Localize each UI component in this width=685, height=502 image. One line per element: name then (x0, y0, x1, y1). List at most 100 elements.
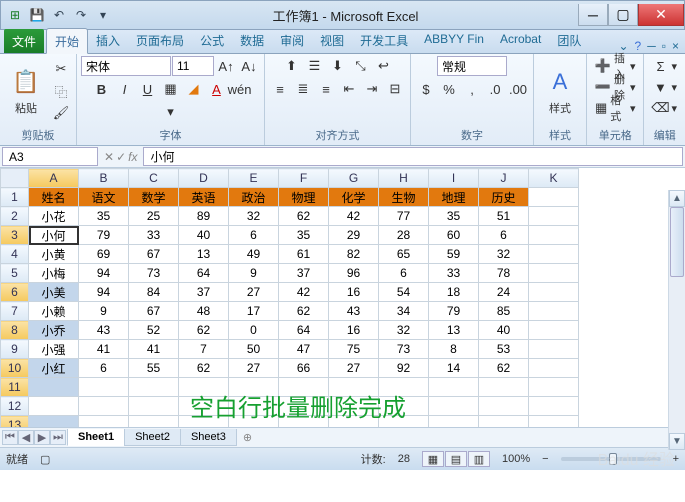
cell-B7[interactable]: 9 (79, 302, 129, 321)
cell-E8[interactable]: 0 (229, 321, 279, 340)
cancel-formula-icon[interactable]: ✕ (104, 150, 114, 164)
cell-D1[interactable]: 英语 (179, 188, 229, 207)
format-cells-button[interactable]: ▦格式▾ (591, 98, 639, 118)
cell-E7[interactable]: 17 (229, 302, 279, 321)
cell-G5[interactable]: 96 (329, 264, 379, 283)
cell-H9[interactable]: 73 (379, 340, 429, 359)
cell-J1[interactable]: 历史 (479, 188, 529, 207)
cell-F2[interactable]: 62 (279, 207, 329, 226)
cell-G8[interactable]: 16 (329, 321, 379, 340)
cell-E9[interactable]: 50 (229, 340, 279, 359)
align-top-icon[interactable]: ⬆ (281, 56, 303, 76)
scroll-up-icon[interactable]: ▲ (669, 190, 685, 207)
cell-I6[interactable]: 18 (429, 283, 479, 302)
view-normal-icon[interactable]: ▦ (422, 451, 444, 467)
cell-D11[interactable] (179, 378, 229, 397)
decrease-indent-icon[interactable]: ⇤ (338, 79, 360, 99)
enter-formula-icon[interactable]: ✓ (116, 150, 126, 164)
zoom-in-icon[interactable]: + (673, 453, 679, 465)
cell-B13[interactable] (79, 416, 129, 429)
tab-插入[interactable]: 插入 (88, 28, 128, 53)
tab-Acrobat[interactable]: Acrobat (492, 28, 549, 53)
col-header-C[interactable]: C (129, 169, 179, 188)
cell-J10[interactable]: 62 (479, 359, 529, 378)
cell-K1[interactable] (529, 188, 579, 207)
col-header-F[interactable]: F (279, 169, 329, 188)
view-layout-icon[interactable]: ▤ (445, 451, 467, 467)
tab-file[interactable]: 文件 (4, 29, 44, 53)
cell-A1[interactable]: 姓名 (29, 188, 79, 207)
cell-D3[interactable]: 40 (179, 226, 229, 245)
cell-J4[interactable]: 32 (479, 245, 529, 264)
cell-I8[interactable]: 13 (429, 321, 479, 340)
tab-ABBYY Fin[interactable]: ABBYY Fin (416, 28, 492, 53)
cell-G10[interactable]: 27 (329, 359, 379, 378)
col-header-A[interactable]: A (29, 169, 79, 188)
cell-D2[interactable]: 89 (179, 207, 229, 226)
align-middle-icon[interactable]: ☰ (304, 56, 326, 76)
cell-E3[interactable]: 6 (229, 226, 279, 245)
cell-C4[interactable]: 67 (129, 245, 179, 264)
cell-D8[interactable]: 62 (179, 321, 229, 340)
phonetic-button[interactable]: wén (229, 79, 251, 99)
cell-B3[interactable]: 79 (79, 226, 129, 245)
cell-F12[interactable] (279, 397, 329, 416)
vertical-scrollbar[interactable]: ▲ ▼ (668, 190, 685, 450)
col-header-H[interactable]: H (379, 169, 429, 188)
cell-B11[interactable] (79, 378, 129, 397)
cell-A8[interactable]: 小乔 (29, 321, 79, 340)
new-sheet-icon[interactable]: ⊕ (237, 431, 258, 444)
sheet-last-icon[interactable]: ⏭ (50, 430, 66, 445)
cell-E11[interactable] (229, 378, 279, 397)
tab-开始[interactable]: 开始 (46, 28, 88, 54)
cell-F3[interactable]: 35 (279, 226, 329, 245)
cell-K2[interactable] (529, 207, 579, 226)
cell-K8[interactable] (529, 321, 579, 340)
cell-A2[interactable]: 小花 (29, 207, 79, 226)
fill-button[interactable]: ▼▾ (648, 77, 681, 97)
cell-C3[interactable]: 33 (129, 226, 179, 245)
view-pagebreak-icon[interactable]: ▥ (468, 451, 490, 467)
format-painter-icon[interactable]: 🖌 (50, 103, 72, 123)
wrap-text-icon[interactable]: ↩ (373, 56, 395, 76)
zoom-slider[interactable] (561, 457, 661, 461)
align-bottom-icon[interactable]: ⬇ (327, 56, 349, 76)
doc-restore-icon[interactable]: ▫ (662, 39, 666, 53)
cell-A6[interactable]: 小美 (29, 283, 79, 302)
fx-icon[interactable]: fx (128, 150, 137, 164)
cell-A7[interactable]: 小赖 (29, 302, 79, 321)
cell-C9[interactable]: 41 (129, 340, 179, 359)
cell-K10[interactable] (529, 359, 579, 378)
styles-button[interactable]: A 样式 (538, 58, 582, 124)
cell-H1[interactable]: 生物 (379, 188, 429, 207)
cell-G2[interactable]: 42 (329, 207, 379, 226)
cell-C8[interactable]: 52 (129, 321, 179, 340)
cell-G1[interactable]: 化学 (329, 188, 379, 207)
cell-K3[interactable] (529, 226, 579, 245)
cell-G6[interactable]: 16 (329, 283, 379, 302)
cell-D12[interactable] (179, 397, 229, 416)
cell-B5[interactable]: 94 (79, 264, 129, 283)
cell-I1[interactable]: 地理 (429, 188, 479, 207)
merge-icon[interactable]: ⊟ (384, 79, 406, 99)
font-size-select[interactable]: 11 (172, 56, 214, 76)
cell-H5[interactable]: 6 (379, 264, 429, 283)
tab-页面布局[interactable]: 页面布局 (128, 28, 192, 53)
row-header-5[interactable]: 5 (1, 264, 29, 283)
cell-A11[interactable] (29, 378, 79, 397)
cell-I3[interactable]: 60 (429, 226, 479, 245)
cell-K6[interactable] (529, 283, 579, 302)
doc-close-icon[interactable]: × (672, 39, 679, 53)
cell-A12[interactable] (29, 397, 79, 416)
paste-button[interactable]: 📋 粘贴 (4, 58, 48, 124)
row-header-2[interactable]: 2 (1, 207, 29, 226)
cell-F11[interactable] (279, 378, 329, 397)
row-header-7[interactable]: 7 (1, 302, 29, 321)
cell-H6[interactable]: 54 (379, 283, 429, 302)
cell-A5[interactable]: 小梅 (29, 264, 79, 283)
cell-H4[interactable]: 65 (379, 245, 429, 264)
cell-J13[interactable] (479, 416, 529, 429)
cell-E10[interactable]: 27 (229, 359, 279, 378)
cell-E12[interactable] (229, 397, 279, 416)
col-header-E[interactable]: E (229, 169, 279, 188)
